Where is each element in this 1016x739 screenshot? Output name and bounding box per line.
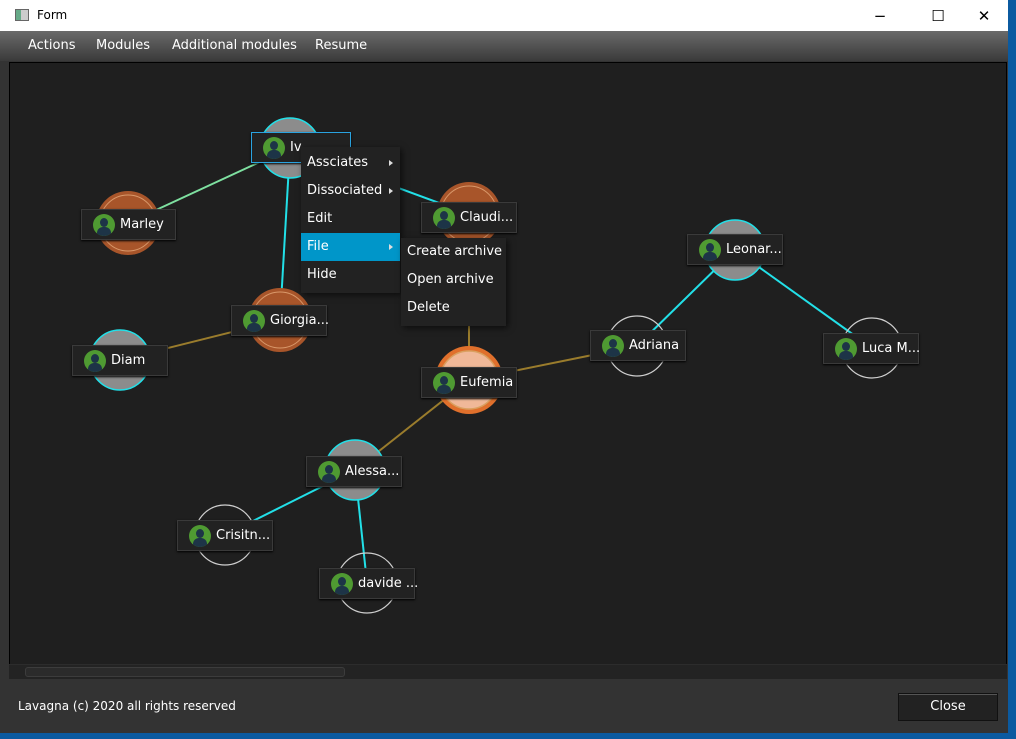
user-avatar-icon [93,214,115,236]
node-label: Crisitn... [216,528,271,543]
node-marley[interactable]: Marley [81,209,176,240]
user-avatar-icon [84,350,106,372]
submenu-arrow-icon [389,244,393,250]
context-menu-item-file[interactable]: File [301,233,400,261]
node-label: Eufemia [460,375,514,390]
user-avatar-icon [318,461,340,483]
graph-canvas[interactable]: Iv Marley Claudi... Leonar... Giorgia... Diam… [9,62,1007,679]
node-adriana[interactable]: Adriana [590,330,686,361]
user-avatar-icon [433,372,455,394]
submenu-arrow-icon [389,188,393,194]
node-label: Marley [120,217,164,232]
node-label: Alessa... [345,464,400,479]
file-submenu-item-create-archive[interactable]: Create archive [401,238,506,266]
context-menu-item-assciates[interactable]: Assciates [301,149,400,177]
menu-resume[interactable]: Resume [315,38,367,53]
copyright-text: Lavagna (c) 2020 all rights reserved [18,699,236,713]
user-avatar-icon [331,573,353,595]
file-submenu-item-open-archive[interactable]: Open archive [401,266,506,294]
node-label: Adriana [629,338,680,353]
node-diam[interactable]: Diam [72,345,168,376]
close-button[interactable]: Close [898,693,998,721]
node-leonar[interactable]: Leonar... [687,234,783,265]
user-avatar-icon [699,239,721,261]
user-avatar-icon [602,335,624,357]
app-icon [15,9,29,21]
context-menu-item-hide[interactable]: Hide [301,261,400,289]
node-eufemia[interactable]: Eufemia [421,367,517,398]
application-window: Form − ☐ ✕ Actions Modules Additional mo… [0,0,1008,733]
context-menu: Assciates Dissociated Edit File Hide [301,147,400,293]
context-menu-item-dissociated[interactable]: Dissociated [301,177,400,205]
menu-bar: Actions Modules Additional modules Resum… [0,31,1008,61]
node-luca[interactable]: Luca M... [823,333,921,364]
node-claudi[interactable]: Claudi... [421,202,517,233]
user-avatar-icon [835,338,857,360]
menu-item-label: Hide [307,267,337,282]
node-label: Leonar... [726,242,782,257]
node-label: davide ... [358,576,419,591]
submenu-arrow-icon [389,160,393,166]
menu-additional-modules[interactable]: Additional modules [172,38,297,53]
file-submenu: Create archive Open archive Delete [401,238,506,326]
user-avatar-icon [189,525,211,547]
user-avatar-icon [263,137,285,159]
menu-item-label: Dissociated [307,183,383,198]
scrollbar-thumb[interactable] [25,667,345,677]
file-submenu-item-delete[interactable]: Delete [401,294,506,322]
node-crisitn[interactable]: Crisitn... [177,520,273,551]
node-label: Claudi... [460,210,514,225]
node-label: Iv [290,140,302,155]
node-label: Giorgia... [270,313,329,328]
context-menu-item-edit[interactable]: Edit [301,205,400,233]
menu-modules[interactable]: Modules [96,38,150,53]
close-window-button[interactable]: ✕ [964,4,1004,28]
user-avatar-icon [433,207,455,229]
node-label: Luca M... [862,341,921,356]
node-alessa[interactable]: Alessa... [306,456,402,487]
maximize-button[interactable]: ☐ [918,4,958,28]
title-bar: Form − ☐ ✕ [0,0,1008,31]
node-davide[interactable]: davide ... [319,568,419,599]
node-giorgia[interactable]: Giorgia... [231,305,329,336]
menu-item-label: Assciates [307,155,369,170]
window-title: Form [37,8,68,22]
user-avatar-icon [243,310,265,332]
node-label: Diam [111,353,146,368]
horizontal-scrollbar[interactable] [9,664,1007,679]
menu-item-label: Edit [307,211,333,226]
minimize-button[interactable]: − [860,4,900,28]
menu-item-label: File [307,239,329,254]
menu-actions[interactable]: Actions [28,38,76,53]
